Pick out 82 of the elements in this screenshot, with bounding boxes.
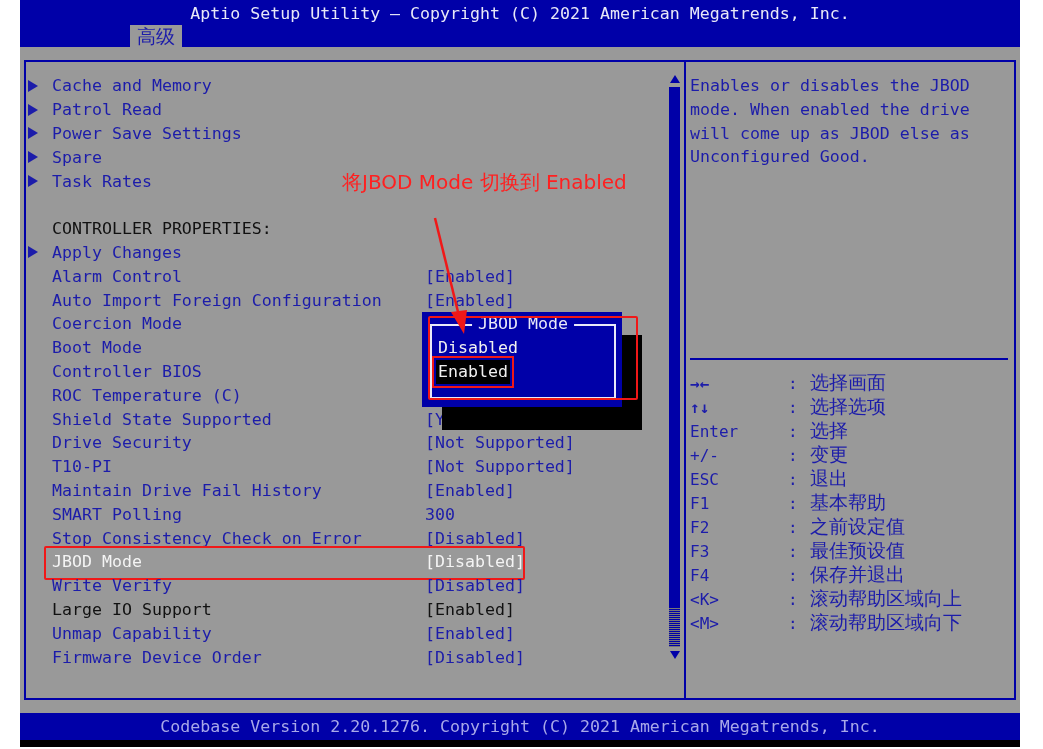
triangle-icon (28, 103, 38, 116)
scroll-up-icon[interactable] (669, 74, 680, 84)
setting-value[interactable]: [Disabled] (425, 552, 668, 572)
key-name: F3 (690, 541, 711, 561)
setting-label[interactable]: Apply Changes (52, 242, 182, 262)
popup-option[interactable]: Disabled (436, 336, 520, 360)
setting-label[interactable]: Drive Security (52, 433, 192, 453)
key-action: 选择 (810, 418, 849, 443)
key-separator: : (788, 373, 799, 393)
key-separator: : (788, 613, 799, 633)
scrollbar-thumb[interactable] (669, 87, 680, 647)
setting-label[interactable]: Patrol Read (52, 100, 162, 120)
key-action: 基本帮助 (810, 490, 887, 515)
key-separator: : (788, 469, 799, 489)
annotation-text: 将JBOD Mode 切换到 Enabled (342, 169, 627, 196)
key-action: 之前设定值 (810, 514, 906, 539)
setting-value[interactable]: [Not Supported] (425, 433, 668, 453)
setting-label[interactable]: Auto Import Foreign Configuration (52, 290, 382, 310)
key-separator: : (788, 421, 799, 441)
scroll-down-icon[interactable] (669, 650, 680, 660)
key-action: 最佳预设值 (810, 538, 906, 563)
key-name: ESC (690, 469, 720, 489)
key-action: 选择画面 (810, 370, 887, 395)
key-name: +/- (690, 445, 720, 465)
key-name: <K> (690, 589, 720, 609)
setting-label[interactable]: Cache and Memory (52, 76, 212, 96)
menu-tab[interactable]: 高级 (130, 25, 182, 47)
key-action: 滚动帮助区域向上 (810, 586, 963, 611)
setting-label[interactable]: Large IO Support (52, 599, 212, 619)
setting-label[interactable]: Unmap Capability (52, 623, 212, 643)
key-name: F1 (690, 493, 711, 513)
key-separator: : (788, 565, 799, 585)
key-name: <M> (690, 613, 720, 633)
key-separator: : (788, 397, 799, 417)
setting-label[interactable]: Shield State Supported (52, 409, 272, 429)
setting-label[interactable]: T10-PI (52, 457, 112, 477)
key-separator: : (788, 493, 799, 513)
key-separator: : (788, 589, 799, 609)
key-action: 退出 (810, 466, 849, 491)
setting-value[interactable]: [Disabled] (425, 576, 668, 596)
setting-label[interactable]: Alarm Control (52, 266, 182, 286)
key-separator: : (788, 445, 799, 465)
setting-value[interactable]: [Enabled] (425, 599, 668, 619)
key-separator: : (788, 541, 799, 561)
setting-label[interactable]: Maintain Drive Fail History (52, 480, 322, 500)
key-separator: : (788, 517, 799, 537)
key-action: 选择选项 (810, 394, 887, 419)
triangle-icon (28, 175, 38, 188)
key-name: →← (690, 373, 711, 393)
key-name: ↑↓ (690, 397, 711, 417)
setting-value[interactable]: [Enabled] (425, 623, 668, 643)
key-action: 变更 (810, 442, 849, 467)
footer-text: Codebase Version 2.20.1276. Copyright (C) 2021 American Megatrends, Inc. (20, 713, 1020, 740)
key-name: Enter (690, 421, 740, 441)
triangle-icon (28, 79, 38, 92)
setting-label[interactable]: Coercion Mode (52, 314, 182, 334)
setting-label[interactable]: Controller BIOS (52, 361, 202, 381)
help-text: Enables or disables the JBOD mode. When enabled the drive will come up as JBOD else as Unconfigured Good. (689, 75, 971, 169)
setting-label[interactable]: SMART Polling (52, 504, 182, 524)
setting-label[interactable]: ROC Temperature (C) (52, 385, 242, 405)
key-action: 滚动帮助区域向下 (810, 610, 963, 635)
key-action: 保存并退出 (810, 562, 906, 587)
setting-label[interactable]: Write Verify (52, 576, 172, 596)
setting-label[interactable]: Power Save Settings (52, 124, 242, 143)
section-heading: CONTROLLER PROPERTIES: (52, 219, 272, 239)
triangle-icon (28, 151, 38, 164)
key-name: F2 (690, 517, 711, 537)
key-name: F4 (690, 565, 711, 585)
setting-value[interactable]: 300 (425, 504, 668, 524)
window-title: Aptio Setup Utility – Copyright (C) 2021 American Megatrends, Inc. (190, 3, 850, 25)
triangle-icon (28, 246, 38, 259)
setting-value[interactable]: [Enabled] (425, 480, 668, 500)
setting-label[interactable]: JBOD Mode (52, 552, 142, 572)
setting-label[interactable]: Task Rates (52, 171, 152, 191)
triangle-icon (28, 127, 38, 140)
setting-value[interactable]: [Disabled] (425, 647, 668, 667)
setting-label[interactable]: Stop Consistency Check on Error (52, 528, 362, 548)
setting-label[interactable]: Firmware Device Order (52, 647, 262, 667)
setting-label[interactable]: Spare (52, 147, 102, 167)
setting-value[interactable]: [Not Supported] (425, 457, 668, 477)
setting-label[interactable]: Boot Mode (52, 338, 142, 358)
setting-value[interactable]: [Disabled] (425, 528, 668, 548)
